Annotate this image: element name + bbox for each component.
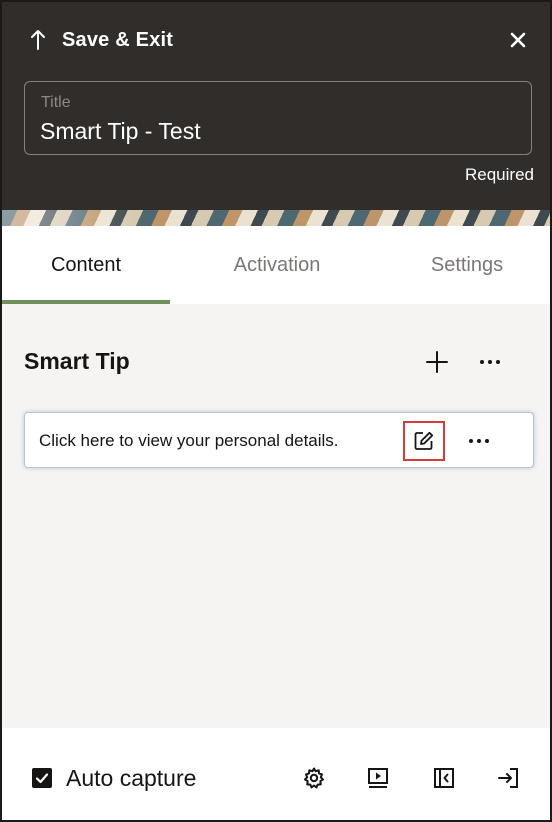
more-icon[interactable] [467,431,491,451]
auto-capture-label: Auto capture [66,765,197,791]
arrow-up-icon [31,30,45,50]
editor-header: Save & Exit Title Required [2,2,550,210]
required-indicator: Required [465,165,534,184]
close-icon[interactable] [506,28,530,52]
tab-content[interactable]: Content [2,226,170,304]
checkbox-icon [35,773,49,784]
sidebar-collapse-icon[interactable] [432,766,456,790]
footer-bar: Auto capture [2,728,550,820]
title-field[interactable]: Title [24,81,532,155]
save-exit-button[interactable]: Save & Exit [28,28,173,52]
exit-icon[interactable] [496,766,520,790]
gear-icon[interactable] [302,766,326,790]
tab-bar: Content Activation Settings [2,226,550,304]
tip-text: Click here to view your personal details… [39,431,339,450]
title-input[interactable] [40,118,510,145]
tab-settings[interactable]: Settings [384,226,550,304]
plus-icon[interactable] [425,350,449,374]
edit-icon [414,431,434,450]
decorative-banner [2,210,550,226]
play-icon[interactable] [366,766,390,790]
edit-tip-button[interactable] [403,421,445,461]
section-title: Smart Tip [24,348,130,374]
tip-card[interactable]: Click here to view your personal details… [24,412,534,468]
tab-activation[interactable]: Activation [170,226,384,304]
content-area: Smart Tip Click here to view your person… [2,304,550,728]
smart-tip-editor-panel: Save & Exit Title Required Content Activ… [0,0,552,822]
more-icon[interactable] [478,352,502,372]
title-field-label: Title [41,94,71,111]
auto-capture-checkbox[interactable] [32,768,52,788]
save-exit-label: Save & Exit [62,28,174,51]
